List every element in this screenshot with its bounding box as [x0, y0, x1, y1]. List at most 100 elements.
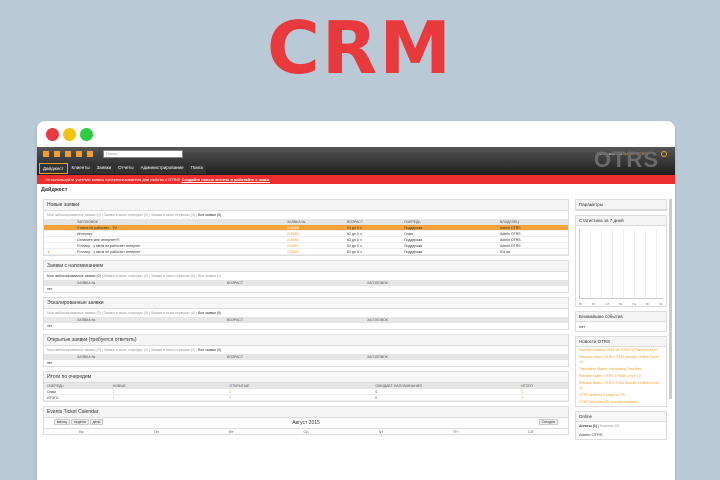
filter-locked[interactable]: Мои заблокированные заявки (0) [47, 213, 101, 217]
filter-services[interactable]: Заявки в моих сервисах (0) [151, 311, 195, 315]
news-item[interactable]: OTRS reaches 6 years of ITIL [576, 392, 666, 399]
filter-all[interactable]: Все заявки (0) [198, 348, 221, 352]
row-pending: 0 [375, 396, 378, 400]
axis-tick: Вс [619, 302, 623, 306]
col-number[interactable]: ЗАЯВКА № [77, 355, 227, 359]
filter-locked[interactable]: Мои заблокированные заявки (0) [47, 348, 101, 352]
widget-title[interactable]: Открытые заявки (требуется ответить) [44, 335, 568, 346]
ticket-filters: Мои заблокированные заявки (0) | Заявки … [47, 311, 222, 315]
row-owner: Юз ва [500, 250, 510, 254]
row-queue: Поддержка [404, 238, 423, 242]
filter-services[interactable]: Заявки в моих сервисах (0) [151, 348, 195, 352]
row-flag [47, 244, 77, 247]
maximize-dot-icon[interactable] [80, 127, 93, 141]
row-number[interactable]: 215591 [287, 244, 347, 248]
news-item[interactable]: Release Notes: OTRS 4 Patch Level 10 [576, 373, 666, 380]
row-title[interactable]: У меня не работает... TV [77, 226, 287, 230]
col-age[interactable]: ВОЗРАСТ [227, 355, 367, 359]
filter-queues[interactable]: Заявки в моих очередях (0) [104, 274, 149, 278]
news-item[interactable]: Translation Status: Introducing Transife… [576, 366, 666, 373]
filter-locked[interactable]: Мои заблокированные заявки (0) [47, 274, 101, 278]
lock-icon[interactable] [87, 151, 93, 157]
widget-title[interactable]: Итоги по очередям [44, 372, 568, 383]
filter-queues[interactable]: Заявки в моих очередях (0) [104, 348, 149, 352]
star-icon[interactable]: ★ [47, 250, 77, 254]
news-item[interactable]: Security Advisory 2015-01 OTRS 4 Patch L… [576, 347, 666, 354]
filter-locked[interactable]: Мои заблокированные заявки (0) [47, 311, 101, 315]
col-title[interactable]: ЗАГОЛОВОК [367, 355, 388, 359]
calendar-icon[interactable] [54, 151, 60, 157]
col-title[interactable]: ЗАГОЛОВОК [367, 281, 388, 285]
filter-services[interactable]: Заявки в моих сервисах (0) [151, 274, 195, 278]
col-title[interactable]: ЗАГОЛОВОК [367, 318, 388, 322]
row-title[interactable]: Интернет [77, 232, 287, 236]
close-dot-icon[interactable] [46, 127, 59, 141]
widget-title[interactable]: Новости OTRS [576, 337, 666, 347]
col-title[interactable]: ЗАГОЛОВОК [77, 220, 287, 224]
view-day-button[interactable]: день [89, 419, 104, 425]
filter-all[interactable]: Все заявки (0) [198, 274, 221, 278]
widget-title[interactable]: Новые заявки [44, 200, 568, 211]
menu-search[interactable]: Поиск [187, 163, 207, 174]
row-number[interactable]: 215592 [287, 250, 347, 254]
col-owner[interactable]: ВЛАДЕЛЕЦ [500, 220, 550, 224]
phone-icon[interactable] [65, 151, 71, 157]
tab-customers[interactable]: Клиенты (0) [600, 424, 619, 428]
row-number[interactable]: 215590 [287, 238, 347, 242]
row-total[interactable]: 1 [521, 390, 565, 394]
widget-title[interactable]: Заявки с напоминанием [44, 261, 568, 272]
col-number[interactable]: ЗАЯВКА № [77, 281, 227, 285]
row-owner: Admin OTRS [500, 244, 521, 248]
col-number[interactable]: ЗАЯВКА № [77, 318, 227, 322]
view-week-button[interactable]: неделя [71, 419, 89, 425]
widget-title[interactable]: Ближайшие события [576, 312, 666, 322]
view-month-button[interactable]: месяц [54, 419, 71, 425]
page-scrollbar[interactable] [669, 199, 672, 399]
menu-admin[interactable]: Администрирование [137, 163, 187, 174]
calendar-view-buttons: месяц неделя день [54, 419, 104, 425]
filter-all[interactable]: Все заявки (0) [198, 311, 221, 315]
logout-icon[interactable] [661, 151, 667, 157]
widget-title[interactable]: Events Ticket Calendar [44, 407, 568, 418]
menu-tickets[interactable]: Заявки [93, 163, 115, 174]
row-title[interactable]: Я плачу... у меня не работает интернет [77, 250, 287, 254]
widget-title[interactable]: Статистика за 7 дней [576, 216, 666, 226]
col-age[interactable]: ВОЗРАСТ [227, 318, 367, 322]
row-open[interactable]: 0 [229, 396, 375, 400]
filter-services[interactable]: Заявки в моих сервисах (0) [151, 213, 195, 217]
col-queue[interactable]: ОЧЕРЕДЬ [404, 220, 500, 224]
table-row[interactable]: ★ Я плачу... у меня не работает интернет… [44, 249, 568, 255]
tab-agents[interactable]: Агенты (1) [579, 424, 597, 428]
row-open[interactable]: 0 [229, 390, 375, 394]
calendar-header: месяц неделя день Август 2015 Сегодня [44, 418, 568, 428]
alert-link[interactable]: Создайте новые агенты и работайте с ними… [181, 177, 270, 182]
widget-title[interactable]: Эскалированные заявки [44, 298, 568, 309]
widget-title[interactable]: Online [576, 412, 666, 422]
filter-queues[interactable]: Заявки в моих очередях (0) [104, 311, 149, 315]
menu-dashboard[interactable]: Дайджест [39, 163, 68, 174]
col-number[interactable]: ЗАЯВКА № [287, 220, 347, 224]
row-number[interactable]: 215588 [287, 226, 347, 230]
col-age[interactable]: ВОЗРАСТ [347, 220, 404, 224]
filter-queues[interactable]: Заявки в моих очередях (0) [104, 213, 149, 217]
menu-customers[interactable]: Клиенты [68, 163, 93, 174]
row-pending: 0 [375, 390, 378, 394]
row-title[interactable]: Я плачу... у меня не работает интернет [77, 244, 287, 248]
options-toggle[interactable]: Параметры [576, 200, 666, 210]
minimize-dot-icon[interactable] [63, 127, 76, 141]
row-title[interactable]: Оплатите мне интернет!!!! [77, 238, 287, 242]
row-total[interactable]: 1 [521, 396, 565, 400]
email-icon[interactable] [76, 151, 82, 157]
row-new[interactable]: 1 [113, 396, 230, 400]
row-number[interactable]: 215589 [287, 232, 347, 236]
news-item[interactable]: Release Notes: OTRS::ITSM Module 4 Patch… [576, 380, 666, 392]
news-item[interactable]: OTRS specifies ITIL process software [576, 399, 666, 406]
today-button[interactable]: Сегодня [538, 419, 558, 425]
row-new[interactable]: 1 [113, 390, 230, 394]
news-item[interactable]: Release Notes: OTRS::ITSM Module 4 Patch… [576, 354, 666, 366]
folder-icon[interactable] [43, 151, 49, 157]
menu-reports[interactable]: Отчеты [115, 163, 137, 174]
col-age[interactable]: ВОЗРАСТ [227, 281, 367, 285]
filter-all[interactable]: Все заявки (5) [198, 213, 221, 217]
search-input[interactable]: Поиск [103, 150, 183, 158]
